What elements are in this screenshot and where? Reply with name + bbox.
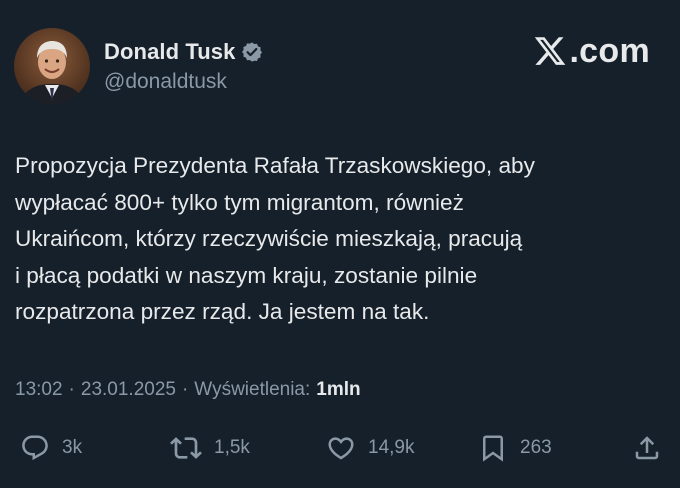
avatar[interactable] — [14, 28, 90, 104]
tweet-time[interactable]: 13:02 — [15, 379, 63, 401]
views-label: Wyświetlenia: — [194, 379, 311, 400]
x-logo-icon — [533, 34, 567, 68]
share-icon — [632, 433, 662, 463]
reply-button[interactable]: 3k — [20, 428, 82, 468]
repost-count: 1,5k — [214, 437, 250, 458]
repost-icon — [170, 432, 202, 464]
heart-icon — [326, 433, 356, 463]
author-name-row: Donald Tusk — [104, 36, 263, 68]
repost-button[interactable]: 1,5k — [170, 428, 250, 468]
tweet-text: Propozycja Prezydenta Rafała Trzaskowski… — [15, 153, 535, 324]
author-name[interactable]: Donald Tusk — [104, 39, 235, 65]
tweet-card: Donald Tusk @donaldtusk .com Propozycja … — [0, 0, 680, 488]
author-handle[interactable]: @donaldtusk — [104, 70, 227, 94]
like-button[interactable]: 14,9k — [326, 428, 414, 468]
meta-separator: · — [181, 379, 189, 400]
meta-separator: · — [68, 379, 75, 400]
tweet-date[interactable]: 23.01.2025 — [81, 379, 176, 401]
bookmark-count: 263 — [520, 437, 552, 458]
site-brand: .com — [533, 30, 650, 72]
site-domain: .com — [569, 31, 650, 70]
like-count: 14,9k — [368, 437, 415, 458]
avatar-image — [14, 28, 90, 104]
bookmark-button[interactable]: 263 — [478, 428, 552, 468]
share-button[interactable] — [632, 428, 662, 468]
reply-count: 3k — [62, 437, 83, 458]
verified-badge-icon — [241, 41, 263, 63]
reply-icon — [20, 433, 50, 463]
views-count[interactable]: 1mln — [316, 379, 360, 401]
tweet-meta: 13:02 · 23.01.2025 · Wyświetlenia: 1mln — [15, 379, 361, 401]
bookmark-icon — [478, 433, 508, 463]
tweet-actions: 3k 1,5k 14,9k 263 — [0, 428, 680, 468]
